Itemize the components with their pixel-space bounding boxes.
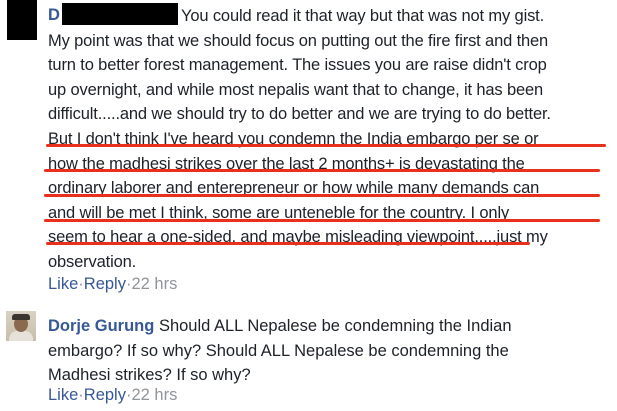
comment-line: But I don't think I've heard you condemn… [48, 129, 539, 148]
comment-line: turn to better forest management. The is… [48, 56, 547, 75]
comment-line: difficult.....and we should try to do be… [48, 105, 551, 124]
comment-line: seem to hear a one-sided, and maybe misl… [48, 228, 548, 247]
comment-line: Dorje Gurung Should ALL Nepalese be cond… [48, 314, 614, 339]
reply-link[interactable]: Reply [84, 384, 126, 406]
timestamp[interactable]: 22 hrs [131, 273, 177, 295]
annotation-underline [44, 169, 600, 172]
comment-line: ordinary laborer and enterepreneur or ho… [48, 179, 540, 198]
comment-author-name[interactable]: Dorje Gurung [48, 317, 154, 335]
like-link[interactable]: Like [48, 384, 78, 406]
comment-line: up overnight, and while most nepalis wan… [48, 80, 544, 99]
comment-body: You could read it that way but that was … [48, 4, 614, 275]
avatar[interactable] [6, 311, 36, 341]
comment-line: You could read it that way but that was … [181, 7, 545, 25]
comment-actions: Like · Reply · 22 hrs [48, 384, 177, 406]
annotation-underline [44, 219, 600, 222]
comment-line: how the madhesi strikes over the last 2 … [48, 154, 525, 173]
comment-line: embargo? If so why? Should ALL Nepalese … [48, 341, 509, 360]
reply-link[interactable]: Reply [84, 273, 126, 295]
annotation-underline [46, 242, 530, 245]
comment-actions: Like · Reply · 22 hrs [48, 273, 177, 295]
annotation-underline [46, 144, 606, 147]
like-link[interactable]: Like [48, 273, 78, 295]
comment-thread: D You could read it that way but that wa… [0, 0, 617, 411]
comment-text: Should ALL Nepalese be condemning the In… [158, 317, 512, 335]
comment-line: observation. [48, 252, 137, 271]
redacted-avatar[interactable] [7, 0, 37, 40]
comment-line: My point was that we should focus on put… [48, 31, 549, 50]
comment-body: Dorje Gurung Should ALL Nepalese be cond… [48, 314, 614, 388]
timestamp[interactable]: 22 hrs [131, 384, 177, 406]
annotation-underline [44, 194, 600, 197]
